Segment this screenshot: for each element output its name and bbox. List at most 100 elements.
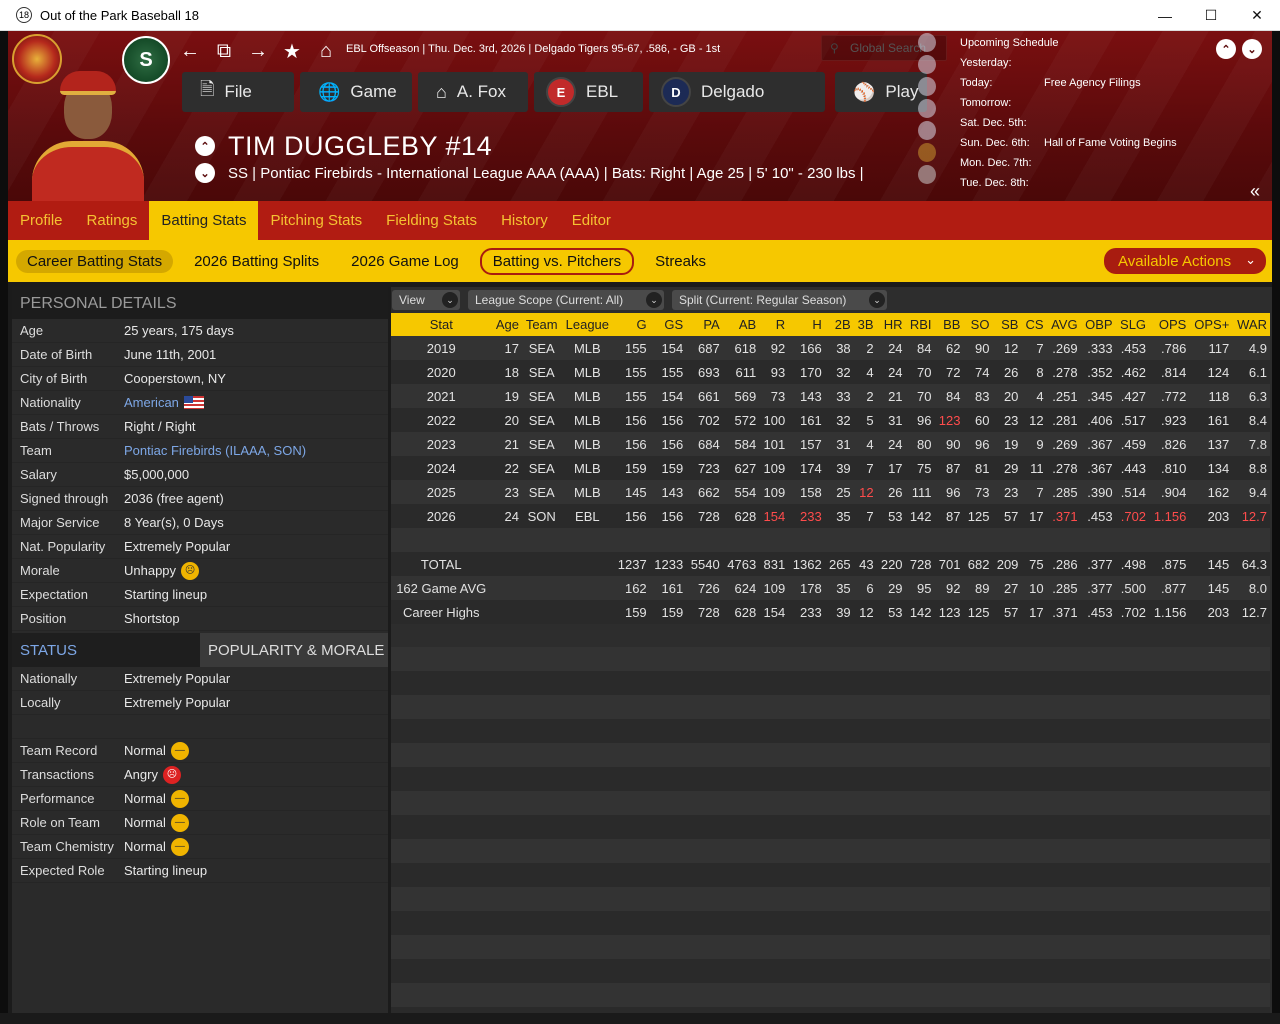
table-cell: 93 [759,360,789,384]
detail-value-text[interactable]: Pontiac Firebirds (ILAAA, SON) [124,443,306,458]
column-header[interactable]: Stat [391,313,492,336]
column-header[interactable]: PA [686,313,723,336]
split-dropdown[interactable]: Split (Current: Regular Season) ⌄ [672,290,887,310]
column-header[interactable]: 2B [824,313,854,336]
schedule-up-button[interactable]: ⌃ [1216,39,1236,59]
column-header[interactable]: SO [963,313,993,336]
table-cell: 157 [788,432,825,456]
minimize-button[interactable]: — [1142,0,1188,31]
table-cell: .367 [1080,456,1116,480]
previous-player-button[interactable]: ⌃ [195,136,215,156]
table-row[interactable]: 2024 22 SEA MLB 159 159 723 627 109 174 39 7 17 75 87 8… [391,456,1270,480]
column-header[interactable]: G [613,313,650,336]
detail-value-text[interactable]: American [124,395,179,410]
file-menu-button[interactable]: 🗎 File [182,72,294,112]
table-cell: 73 [963,480,993,504]
star-icon[interactable]: ★ [282,39,302,64]
table-row[interactable]: 2019 17 SEA MLB 155 154 687 618 92 166 38 2 24 84 62 90… [391,336,1270,360]
table-cell: 161 [1189,408,1233,432]
back-arrow-icon[interactable]: ← [180,40,200,63]
tab-fielding-stats[interactable]: Fielding Stats [374,201,489,240]
column-header[interactable]: OBP [1080,313,1116,336]
forward-arrow-icon[interactable]: → [248,40,268,63]
column-header[interactable]: Age [491,313,522,336]
table-cell: 170 [788,360,825,384]
tab-pitching-stats[interactable]: Pitching Stats [258,201,374,240]
detail-value-text: Cooperstown, NY [124,371,226,386]
subtab-batting-splits[interactable]: 2026 Batting Splits [183,250,330,273]
column-header[interactable]: BB [934,313,964,336]
subtab-streaks[interactable]: Streaks [644,250,717,273]
column-header[interactable]: OPS [1149,313,1190,336]
table-cell: 166 [788,336,825,360]
table-cell: .459 [1115,432,1150,456]
column-header[interactable]: League [561,313,614,336]
table-cell: 72 [934,360,964,384]
table-row[interactable]: 2022 20 SEA MLB 156 156 702 572 100 161 32 5 31 96 123… [391,408,1270,432]
manager-menu-button[interactable]: ⌂ A. Fox [418,72,528,112]
column-header[interactable]: Team [521,313,562,336]
org-logo[interactable]: S [122,36,170,84]
copy-icon[interactable]: ⧉ [214,40,234,63]
table-cell: .462 [1115,360,1150,384]
status-value-text: Angry [124,767,158,782]
table-cell [491,528,522,552]
collapse-panel-icon[interactable]: « [1250,181,1260,201]
column-header[interactable]: AB [722,313,760,336]
tab-ratings[interactable]: Ratings [75,201,150,240]
table-row[interactable] [391,528,1270,552]
tab-status[interactable]: STATUS [12,633,200,667]
subtab-career-batting-stats[interactable]: Career Batting Stats [16,249,174,273]
table-cell: 92 [759,336,789,360]
table-row[interactable]: 2020 18 SEA MLB 155 155 693 611 93 170 32 4 24 70 72 74… [391,360,1270,384]
table-cell: 4 [853,432,877,456]
column-header[interactable]: HR [876,313,906,336]
tab-profile[interactable]: Profile [8,201,75,240]
league-scope-dropdown[interactable]: League Scope (Current: All) ⌄ [468,290,664,310]
play-menu-button[interactable]: ⚾ Play [835,72,927,112]
league-menu-button[interactable]: E EBL [534,72,643,112]
column-header[interactable]: SB [992,313,1022,336]
view-dropdown[interactable]: View ⌄ [392,290,460,310]
table-cell: 142 [905,600,935,624]
table-cell [491,576,522,600]
tab-editor[interactable]: Editor [560,201,623,240]
table-row[interactable]: 2021 19 SEA MLB 155 154 661 569 73 143 33 2 21 70 84 83… [391,384,1270,408]
game-menu-button[interactable]: 🌐 Game [300,72,412,112]
table-cell: 702 [686,408,723,432]
column-header[interactable]: GS [649,313,687,336]
schedule-down-button[interactable]: ⌄ [1242,39,1262,59]
column-header[interactable]: RBI [905,313,935,336]
table-row[interactable]: 2025 23 SEA MLB 145 143 662 554 109 158 25 12 26 111 9… [391,480,1270,504]
column-header[interactable]: AVG [1046,313,1081,336]
close-button[interactable]: ✕ [1234,0,1280,31]
column-header[interactable]: WAR [1232,313,1270,336]
home-icon[interactable]: ⌂ [316,40,336,63]
team-menu-button[interactable]: D Delgado [649,72,825,112]
table-row[interactable]: Career Highs 159 159 728 628 154 233 39 12 53 142 1… [391,600,1270,624]
table-row[interactable]: 2023 21 SEA MLB 156 156 684 584 101 157 31 4 24 80 90 9… [391,432,1270,456]
maximize-button[interactable]: ☐ [1188,0,1234,31]
column-header[interactable]: OPS+ [1189,313,1233,336]
subtab-batting-vs-pitchers[interactable]: Batting vs. Pitchers [479,247,635,275]
column-header[interactable]: CS [1021,313,1047,336]
career-stats-panel: View ⌄ League Scope (Current: All) ⌄ Spl… [391,287,1272,1013]
detail-value-text: Extremely Popular [124,539,231,554]
tab-history[interactable]: History [489,201,560,240]
table-cell: 111 [905,480,935,504]
table-cell: SEA [521,480,562,504]
table-row[interactable]: 162 Game AVG 162 161 726 624 109 178 35 6 29 95 92 8… [391,576,1270,600]
column-header[interactable]: SLG [1115,313,1150,336]
column-header[interactable]: 3B [853,313,877,336]
tab-batting-stats[interactable]: Batting Stats [149,201,259,240]
column-header[interactable]: H [788,313,825,336]
subtab-game-log[interactable]: 2026 Game Log [340,250,470,273]
table-row[interactable]: TOTAL 1237 1233 5540 4763 831 1362 265 43 220 728 7… [391,552,1270,576]
table-row[interactable]: 2026 24 SON EBL 156 156 728 628 154 233 35 7 53 142 87… [391,504,1270,528]
next-player-button[interactable]: ⌄ [195,163,215,183]
table-cell: EBL [561,504,614,528]
available-actions-button[interactable]: Available Actions ⌄ [1104,248,1266,274]
column-header[interactable]: R [759,313,789,336]
table-cell: 154 [759,600,789,624]
tab-popularity-morale[interactable]: POPULARITY & MORALE [200,633,388,667]
